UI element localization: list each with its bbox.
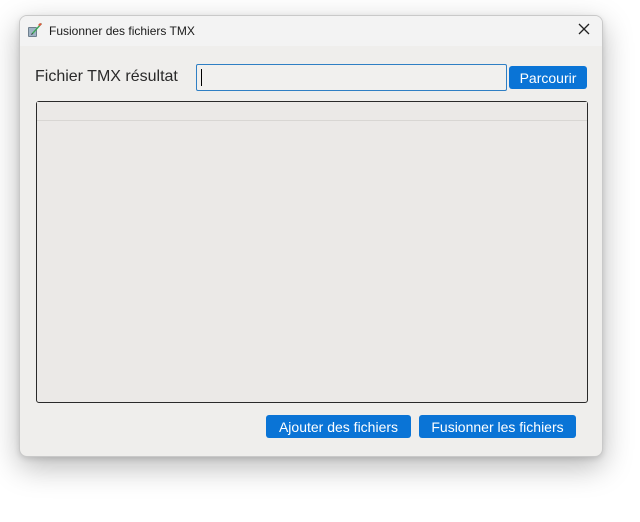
output-file-input[interactable] [196,64,507,91]
title-bar: Fusionner des fichiers TMX [20,16,602,46]
app-quill-icon [27,22,43,38]
browse-button[interactable]: Parcourir [509,66,587,89]
file-list-header [37,102,587,121]
close-icon [578,22,590,40]
merge-tmx-dialog: Fusionner des fichiers TMX Fichier TMX r… [19,15,603,457]
text-caret [201,69,202,86]
output-file-label: Fichier TMX résultat [35,68,178,85]
merge-files-button[interactable]: Fusionner les fichiers [419,415,576,438]
tmx-file-list[interactable] [36,101,588,403]
close-button[interactable] [566,16,602,46]
window-title: Fusionner des fichiers TMX [49,24,195,38]
add-files-button[interactable]: Ajouter des fichiers [266,415,411,438]
